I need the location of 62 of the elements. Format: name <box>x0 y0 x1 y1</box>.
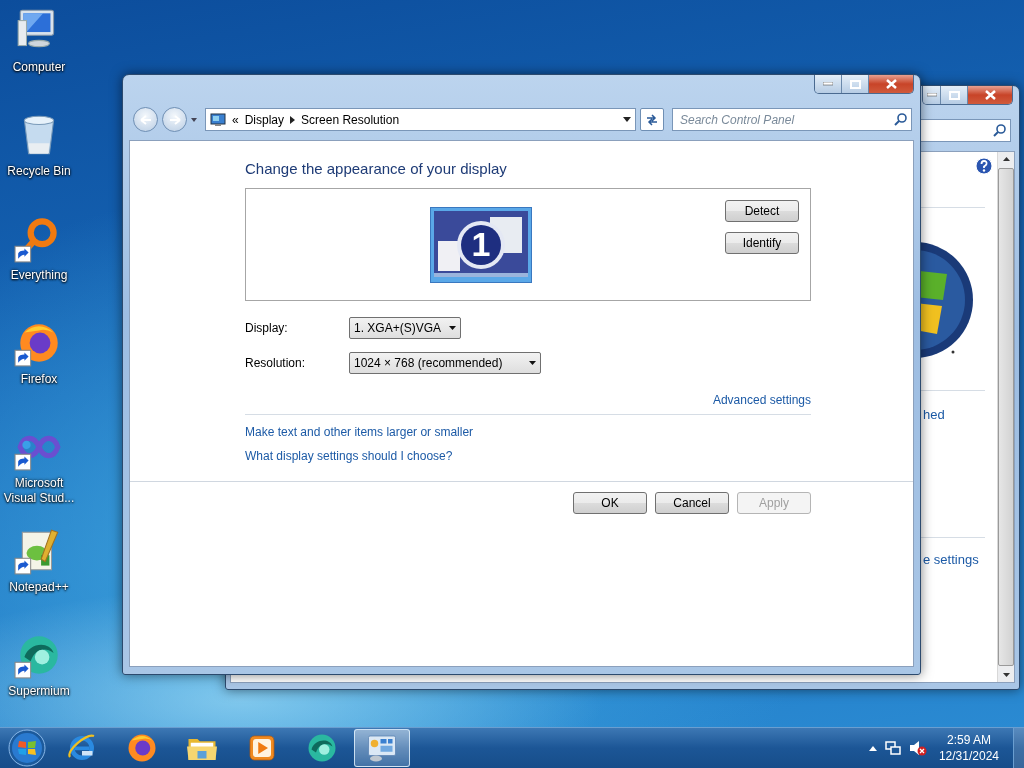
search-field[interactable]: Search Control Panel <box>672 108 912 131</box>
breadcrumb-overflow[interactable]: « <box>232 112 239 127</box>
start-button[interactable] <box>7 728 47 768</box>
dialog-button[interactable]: Cancel <box>655 492 729 514</box>
display-action-button[interactable]: Detect <box>725 200 799 222</box>
advanced-settings-link[interactable]: Advanced settings <box>712 393 811 407</box>
desktop-icon-label[interactable]: Notepad++ <box>0 580 78 595</box>
network-icon[interactable] <box>884 740 901 756</box>
forward-button[interactable] <box>162 107 187 132</box>
dialog-button[interactable]: OK <box>573 492 647 514</box>
close-icon <box>885 79 897 89</box>
maximize-icon <box>948 90 960 100</box>
desktop-icon-label[interactable]: Computer <box>0 60 78 75</box>
display-action-button[interactable]: Identify <box>725 232 799 254</box>
help-link[interactable]: What display settings should I choose? <box>245 449 453 463</box>
monitor-number: 1 <box>470 224 492 264</box>
scrollbar[interactable] <box>997 152 1014 682</box>
desktop-icon-label[interactable]: Recycle Bin <box>0 164 78 179</box>
minimize-icon <box>926 93 937 97</box>
link-text[interactable]: hed <box>923 407 945 422</box>
search-field[interactable] <box>919 119 1011 142</box>
search-icon[interactable] <box>894 113 907 126</box>
breadcrumb-arrow-icon[interactable] <box>290 115 296 124</box>
caret-icon <box>529 361 536 365</box>
refresh-icon <box>645 113 659 126</box>
back-button[interactable] <box>133 107 158 132</box>
field-label: Display: <box>245 321 289 335</box>
search-icon[interactable] <box>993 124 1006 137</box>
forward-arrow-icon <box>168 114 181 125</box>
dropdown[interactable]: 1024 × 768 (recommended) <box>349 352 541 374</box>
breadcrumb-item[interactable]: Display <box>244 112 285 127</box>
breadcrumb-item[interactable]: Screen Resolution <box>301 112 400 127</box>
help-icon[interactable] <box>975 157 993 175</box>
tray-expand-icon[interactable] <box>868 745 877 751</box>
address-bar[interactable]: « Display Screen Resolution <box>205 108 636 131</box>
page-heading: Change the appearance of your display <box>245 160 508 177</box>
control-panel-icon <box>210 112 226 127</box>
maximize-icon <box>849 79 861 89</box>
refresh-button[interactable] <box>640 108 664 131</box>
monitor-drawing[interactable] <box>430 207 532 283</box>
dropdown-icon[interactable] <box>623 117 631 122</box>
field-label: Resolution: <box>245 356 307 370</box>
back-arrow-icon <box>139 114 152 125</box>
maximize-button[interactable] <box>842 75 869 93</box>
desktop-icon-label[interactable]: Everything <box>0 268 78 283</box>
caret-icon <box>449 326 457 330</box>
close-button[interactable] <box>968 86 1012 104</box>
taskbar-button[interactable] <box>354 729 410 767</box>
desktop-icon-label[interactable]: Microsoft Visual Stud... <box>0 476 78 506</box>
minimize-button[interactable] <box>923 86 941 104</box>
clock-time[interactable]: 2:59 AM <box>946 732 991 748</box>
minimize-button[interactable] <box>815 75 842 93</box>
close-icon <box>984 90 996 100</box>
caret-icon[interactable] <box>191 117 197 122</box>
clock-date[interactable]: 12/31/2024 <box>938 748 999 764</box>
link-text[interactable]: e settings <box>923 552 979 567</box>
close-button[interactable] <box>869 75 913 93</box>
maximize-button[interactable] <box>941 86 968 104</box>
help-link[interactable]: Make text and other items larger or smaller <box>245 425 474 439</box>
dropdown[interactable]: 1. XGA+(S)VGA <box>349 317 462 339</box>
desktop-icon-label[interactable]: Firefox <box>0 372 78 387</box>
muted-speaker-icon[interactable] <box>908 740 927 756</box>
